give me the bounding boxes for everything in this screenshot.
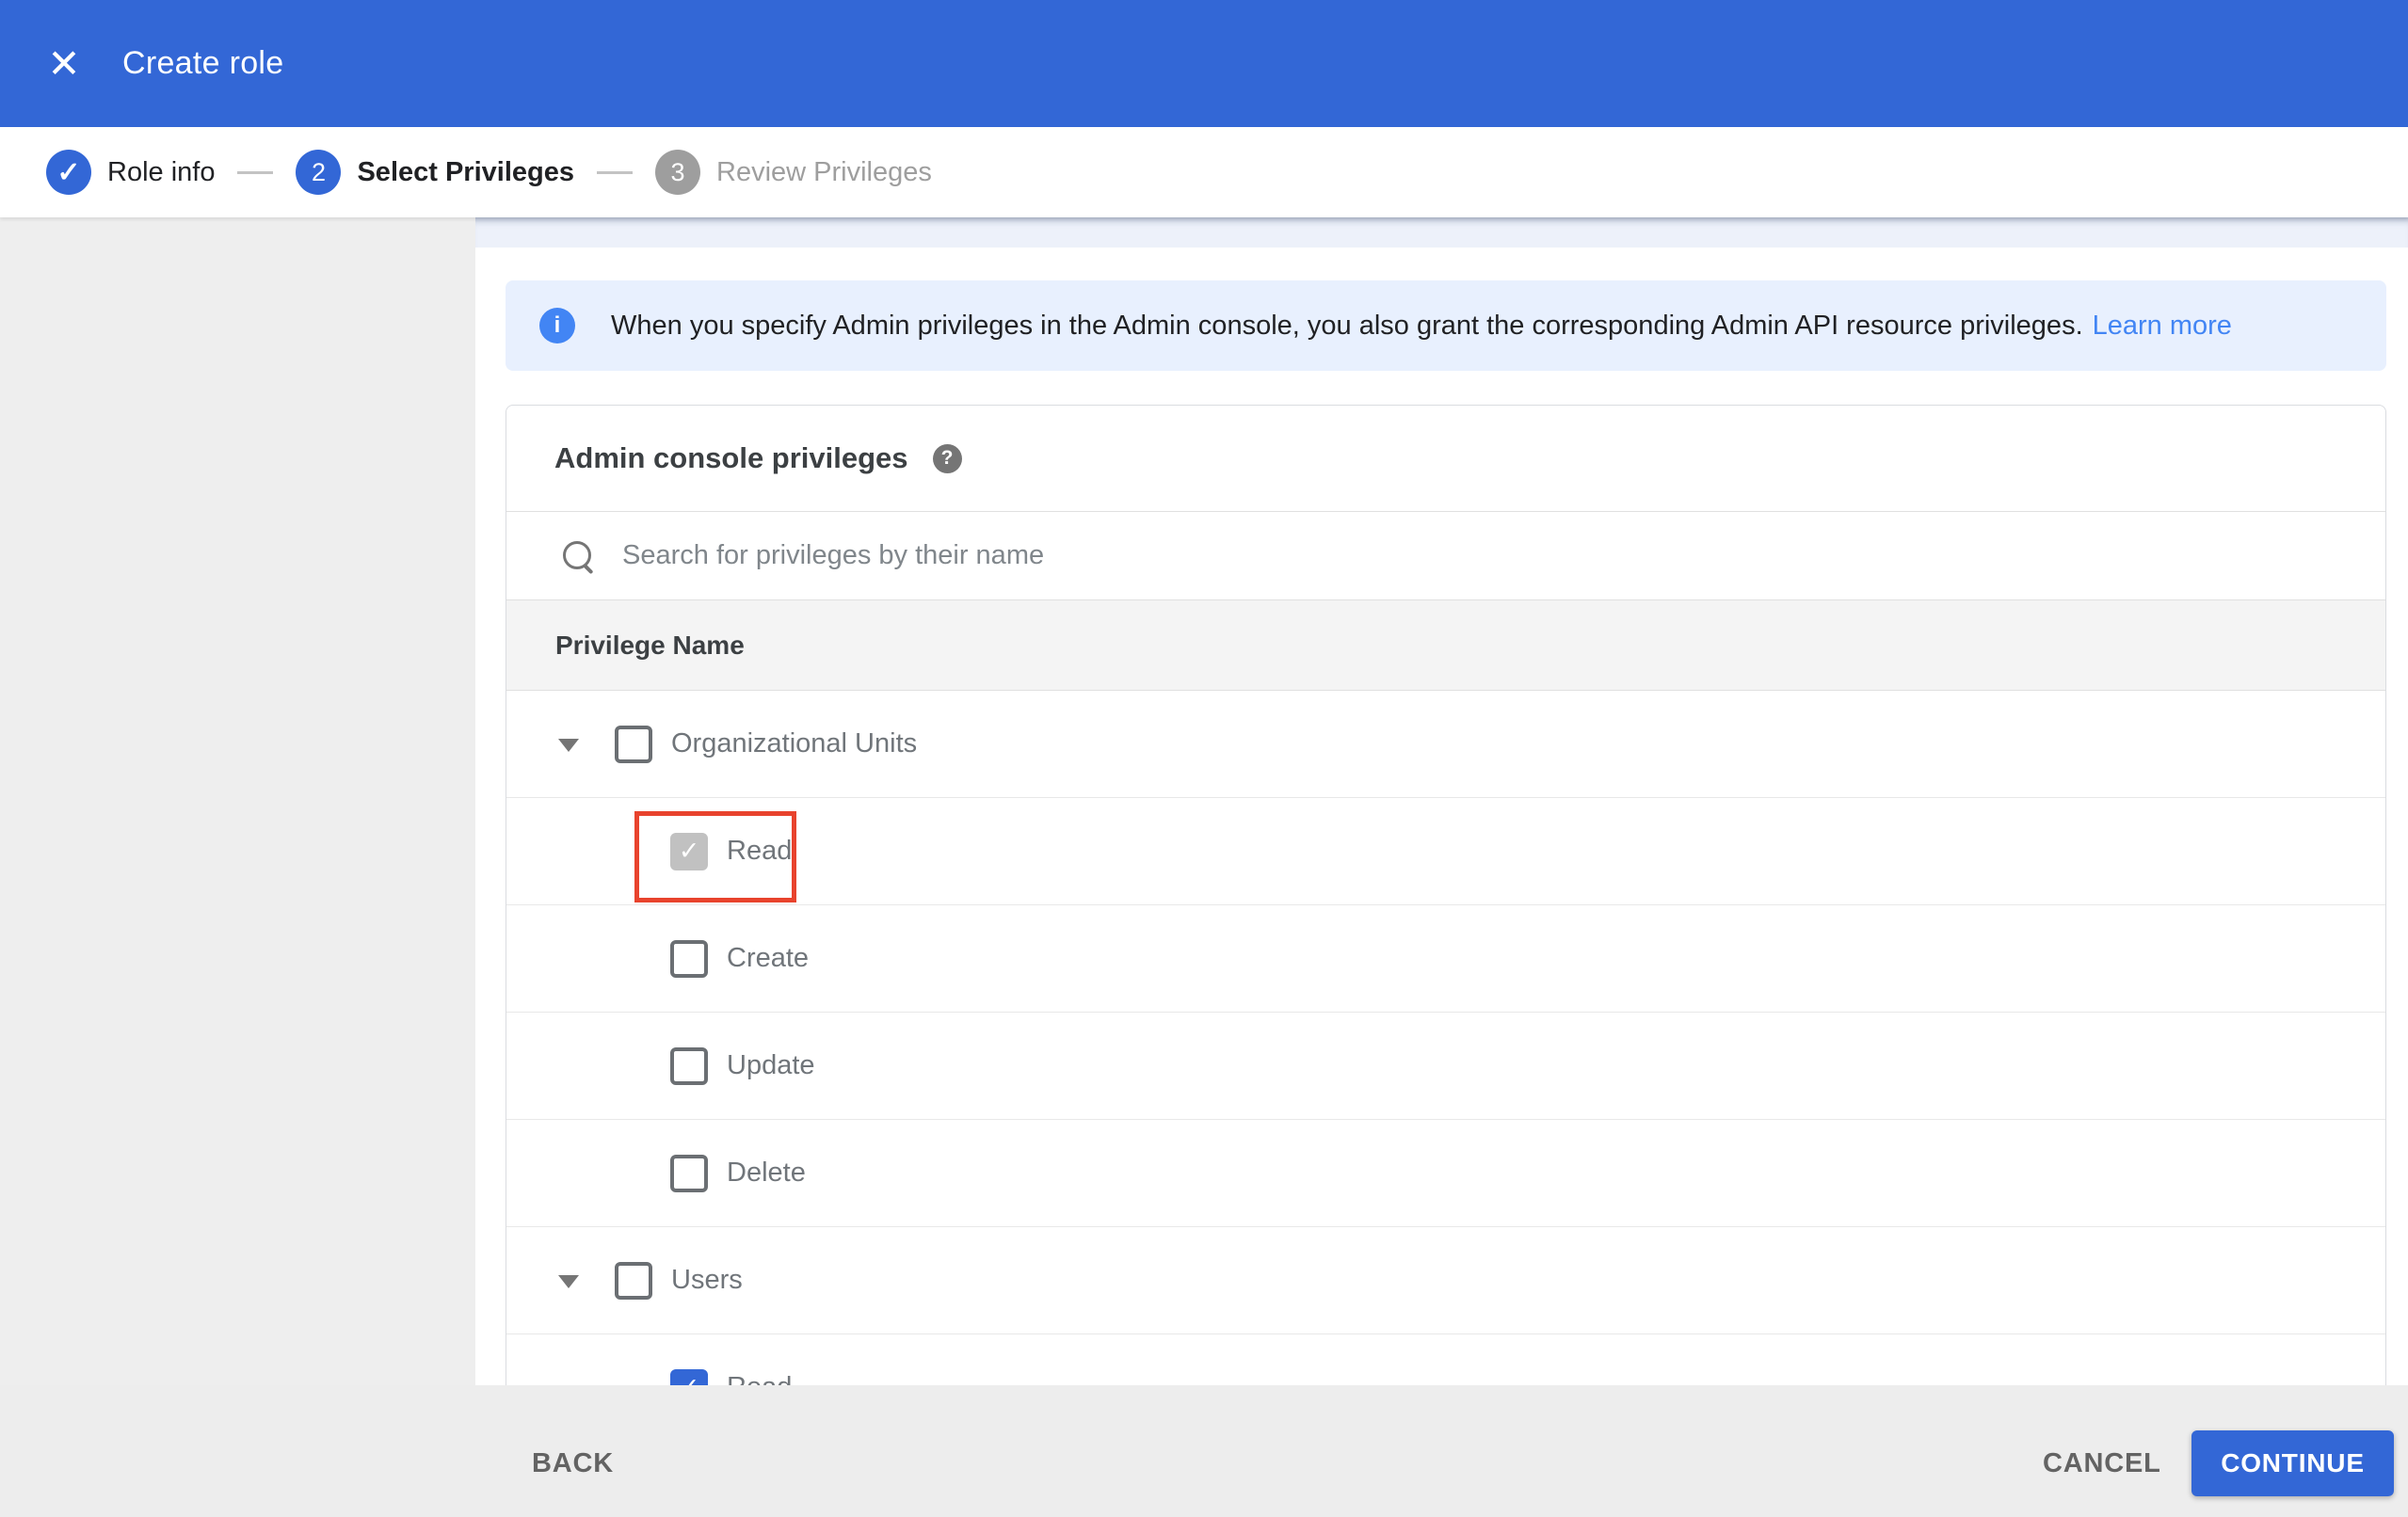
stepper: ✓ Role info 2 Select Privileges 3 Review…	[0, 127, 2408, 217]
step-connector	[597, 170, 633, 174]
privileges-card: Admin console privileges ? Search for pr…	[506, 405, 2386, 1442]
privilege-label: Create	[727, 942, 810, 973]
privilege-row-read[interactable]: ✓ Read	[506, 798, 2385, 905]
privilege-row-users[interactable]: Users	[506, 1227, 2385, 1334]
privilege-row-create[interactable]: Create	[506, 905, 2385, 1013]
column-header-privilege-name: Privilege Name	[555, 630, 745, 660]
search-icon	[561, 539, 595, 573]
collapse-arrow-icon[interactable]	[558, 738, 579, 752]
search-input[interactable]: Search for privileges by their name	[622, 540, 1044, 571]
help-icon[interactable]: ?	[932, 443, 962, 473]
checkbox-create[interactable]	[670, 939, 708, 978]
privilege-label: Users	[671, 1264, 743, 1295]
checkbox-read-checked[interactable]: ✓	[670, 832, 708, 870]
collapse-arrow-icon[interactable]	[558, 1274, 579, 1288]
info-icon: i	[539, 308, 575, 343]
back-button[interactable]: BACK	[532, 1430, 614, 1496]
learn-more-link[interactable]: Learn more	[2093, 311, 2232, 341]
check-icon: ✓	[56, 156, 81, 188]
info-banner: i When you specify Admin privileges in t…	[506, 280, 2386, 371]
left-sidebar	[0, 217, 475, 1517]
step-review-privileges[interactable]: 3 Review Privileges	[655, 150, 932, 195]
step-role-info[interactable]: ✓ Role info	[46, 150, 215, 195]
checkbox-update[interactable]	[670, 1046, 708, 1085]
cancel-button[interactable]: CANCEL	[2043, 1430, 2161, 1496]
table-header: Privilege Name	[506, 600, 2385, 691]
privilege-row-delete[interactable]: Delete	[506, 1120, 2385, 1227]
privilege-row-update[interactable]: Update	[506, 1013, 2385, 1120]
step-select-privileges[interactable]: 2 Select Privileges	[296, 150, 574, 195]
privilege-label: Organizational Units	[671, 727, 918, 758]
info-banner-text: When you specify Admin privileges in the…	[611, 311, 2232, 342]
privilege-label: Read	[727, 835, 793, 866]
checkbox-delete[interactable]	[670, 1154, 708, 1192]
info-banner-message: When you specify Admin privileges in the…	[611, 310, 2083, 341]
privilege-label: Delete	[727, 1157, 806, 1188]
card-title-row: Admin console privileges ?	[506, 406, 2385, 512]
checkbox-organizational-units[interactable]	[615, 725, 652, 763]
step-number-badge: 3	[655, 150, 700, 195]
step-label: Role info	[107, 156, 216, 187]
step-label: Select Privileges	[357, 156, 574, 187]
privilege-search[interactable]: Search for privileges by their name	[506, 512, 2385, 600]
checkbox-users[interactable]	[615, 1261, 652, 1300]
card-title: Admin console privileges	[554, 441, 908, 474]
step-label: Review Privileges	[716, 156, 932, 187]
main-content: i When you specify Admin privileges in t…	[475, 217, 2408, 1517]
continue-button[interactable]: CONTINUE	[2191, 1430, 2394, 1496]
step-number-badge: 2	[296, 150, 342, 195]
footer-bar: BACK CANCEL CONTINUE	[0, 1385, 2408, 1517]
privilege-row-organizational-units[interactable]: Organizational Units	[506, 691, 2385, 798]
appbar: ✕ Create role	[0, 0, 2408, 127]
privilege-label: Update	[727, 1049, 815, 1080]
close-icon[interactable]: ✕	[36, 36, 92, 92]
page-title: Create role	[122, 45, 284, 81]
step-complete-icon: ✓	[46, 150, 91, 195]
step-connector	[237, 170, 274, 174]
scrolled-content-edge	[475, 217, 2408, 248]
